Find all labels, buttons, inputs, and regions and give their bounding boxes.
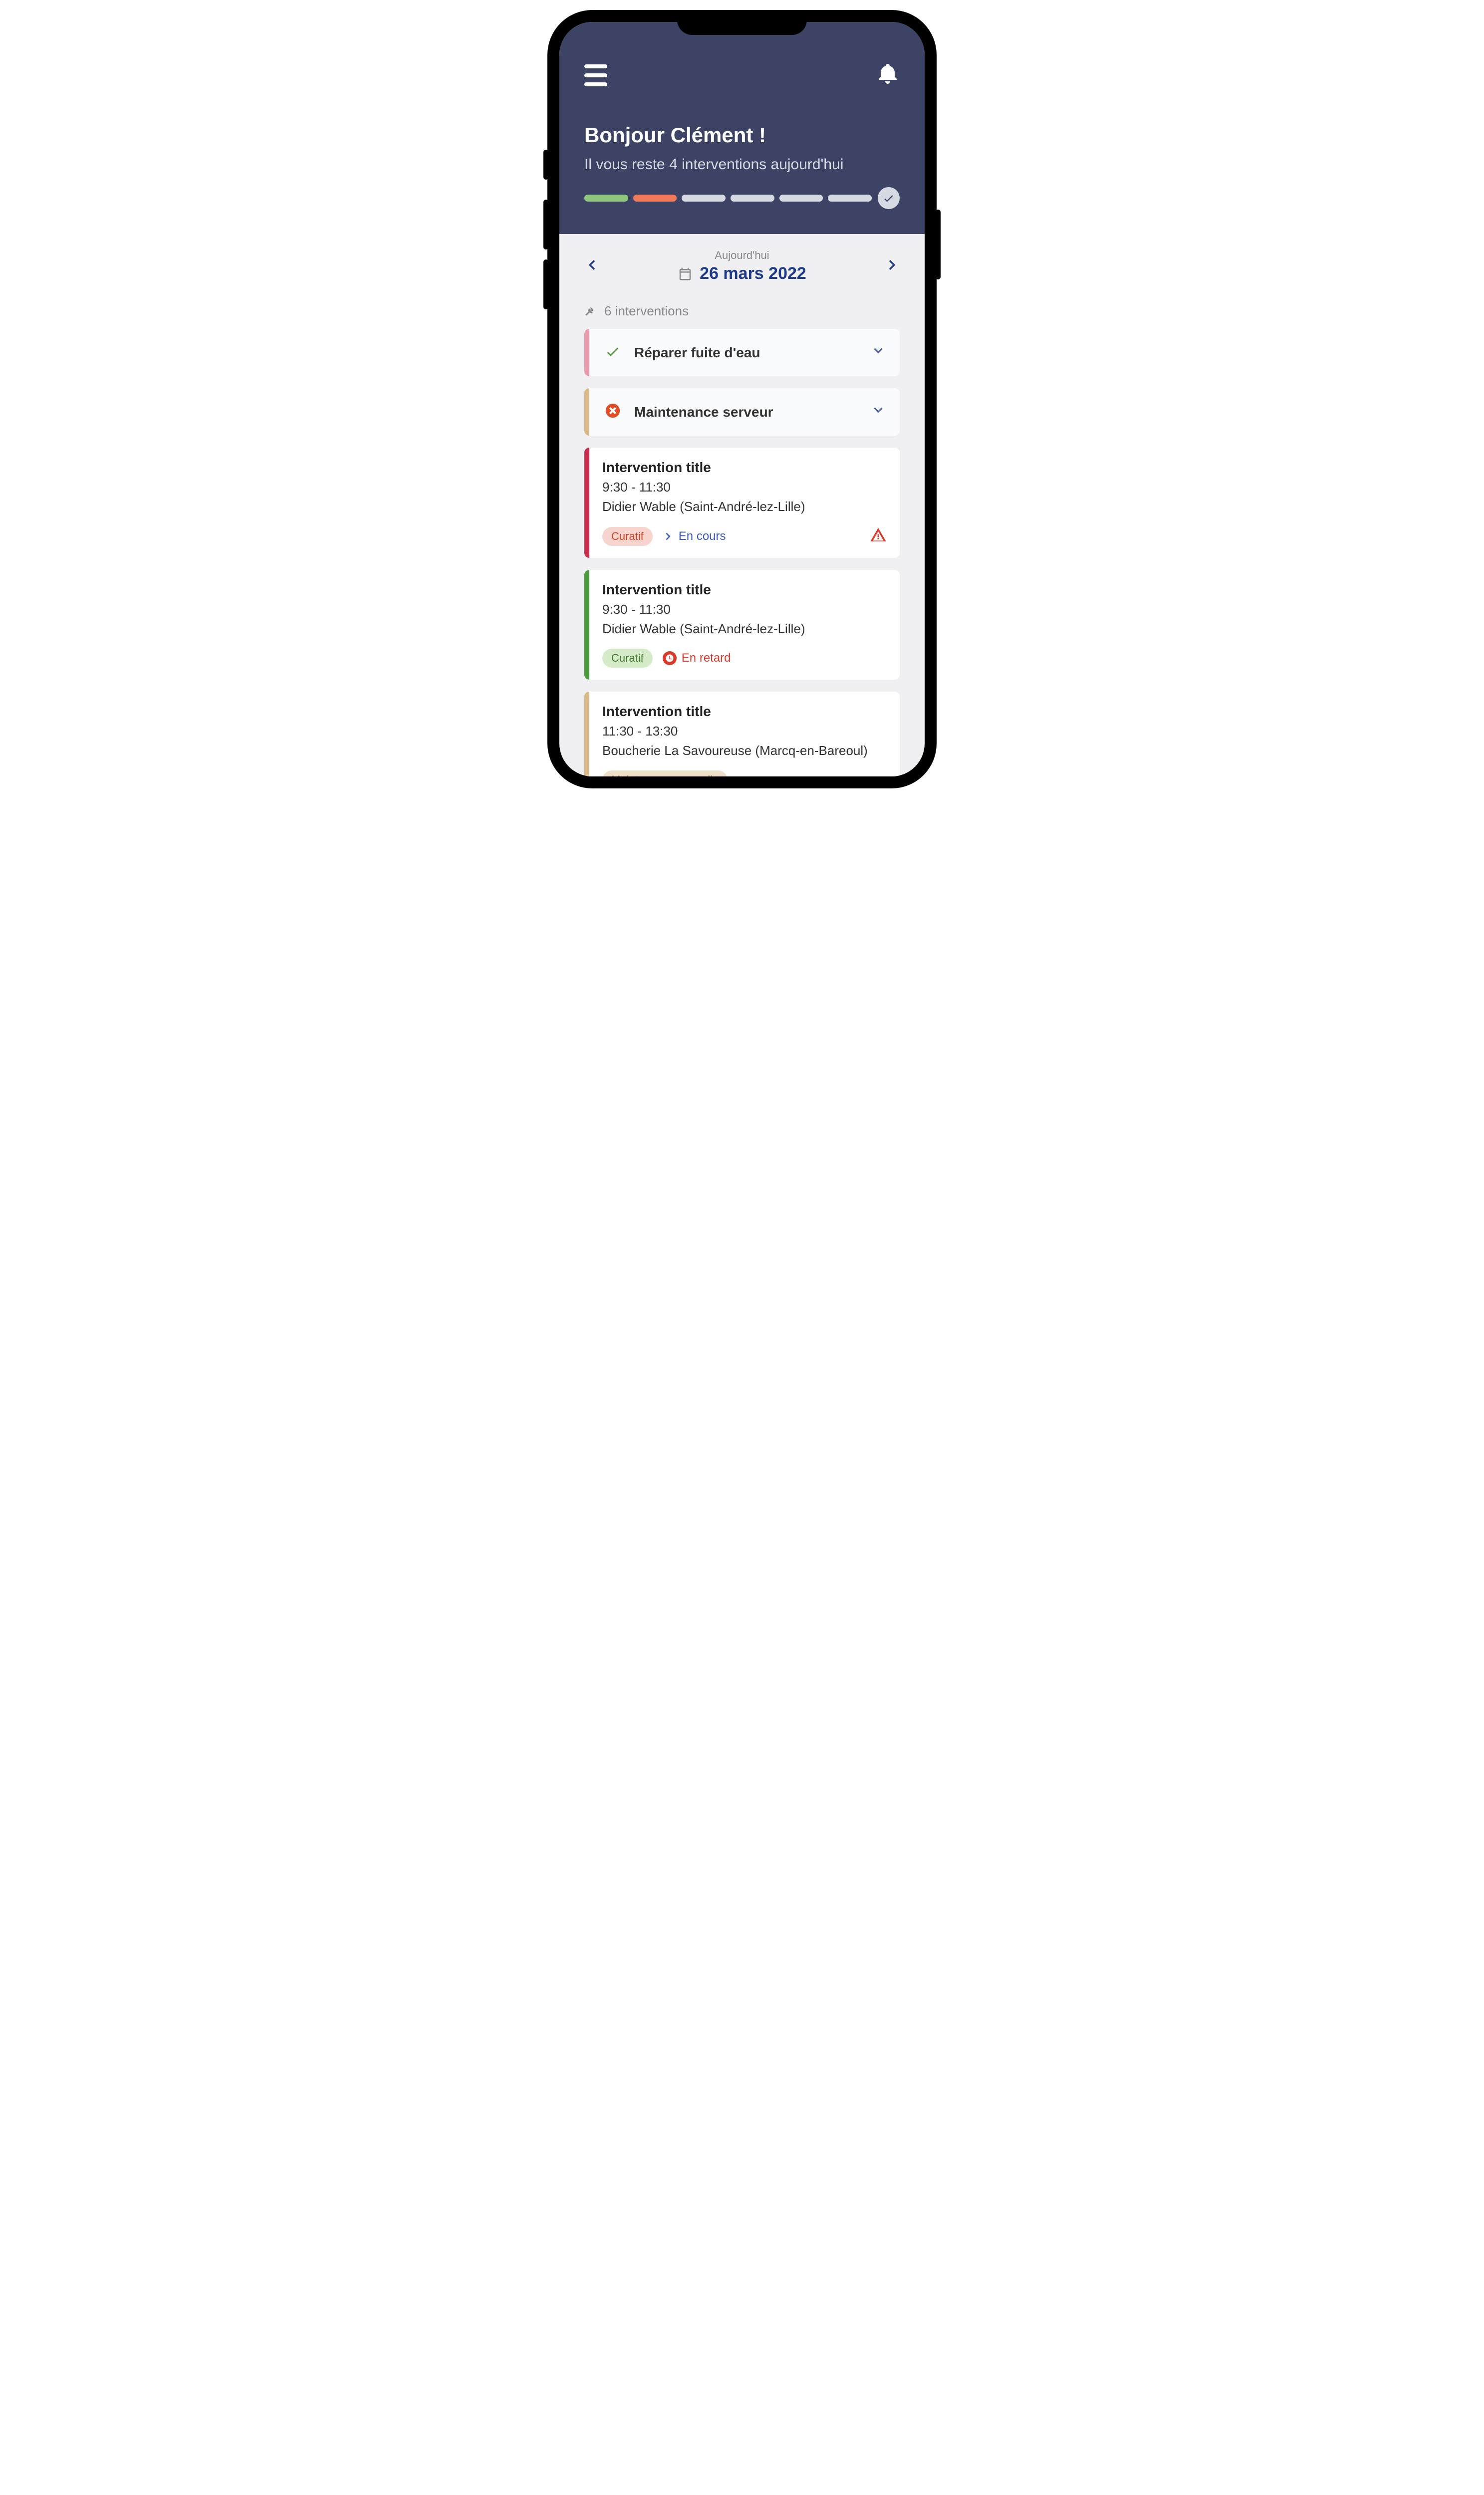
card-footer: Curatif En cours [602,526,887,546]
intervention-title: Intervention title [602,460,887,476]
clock-icon [663,651,677,665]
intervention-time: 9:30 - 11:30 [602,480,887,495]
intervention-card[interactable]: Intervention title 9:30 - 11:30 Didier Wab… [584,448,900,558]
chevron-down-icon[interactable] [872,345,885,360]
progress-row [584,187,900,209]
intervention-title: Intervention title [602,704,887,720]
greeting-title: Bonjour Clément ! [584,123,900,147]
intervention-collapsed[interactable]: Maintenance serveur [584,388,900,436]
intervention-client: Didier Wable (Saint-André-lez-Lille) [602,621,887,637]
intervention-title: Maintenance serveur [634,404,859,420]
date-value: 26 mars 2022 [700,264,806,283]
status-label: En cours [679,529,726,543]
progress-segment [779,195,823,202]
progress-segment [584,195,628,202]
progress-complete-icon [878,187,900,209]
status-label: En retard [682,651,731,665]
date-relative-label: Aujourd'hui [678,249,806,262]
next-day-button[interactable] [885,257,900,275]
intervention-title: Réparer fuite d'eau [634,345,859,361]
status-chip: En cours [663,529,726,543]
warning-icon [870,526,887,546]
header-top-row [584,62,900,88]
progress-segment [828,195,872,202]
phone-side-button [543,150,548,180]
status-chip: En retard [663,651,731,665]
phone-side-button [543,259,548,309]
check-icon [604,343,621,362]
category-pill: Curatif [602,649,653,668]
card-footer: Curatif En retard [602,649,887,668]
calendar-icon [678,266,693,281]
intervention-title: Intervention title [602,582,887,598]
date-display[interactable]: Aujourd'hui 26 mars 2022 [678,249,806,283]
progress-segment [682,195,726,202]
date-navigator: Aujourd'hui 26 mars 2022 [559,234,925,298]
app-header: Bonjour Clément ! Il vous reste 4 interv… [559,22,925,234]
progress-segment [633,195,677,202]
error-icon [604,402,621,422]
menu-button[interactable] [584,64,607,86]
intervention-card[interactable]: Intervention title 9:30 - 11:30 Didier Wab… [584,570,900,680]
intervention-count-row: 6 interventions [559,298,925,329]
intervention-card[interactable]: Intervention title 11:30 - 13:30 Boucherie… [584,692,900,776]
app-screen: Bonjour Clément ! Il vous reste 4 interv… [559,22,925,776]
phone-frame: Bonjour Clément ! Il vous reste 4 interv… [547,10,937,788]
intervention-time: 9:30 - 11:30 [602,602,887,617]
chevron-down-icon[interactable] [872,404,885,420]
category-pill: Maintenance annuelle [602,770,728,776]
progress-bar [584,195,872,202]
phone-side-button [936,210,941,279]
intervention-client: Didier Wable (Saint-André-lez-Lille) [602,499,887,514]
category-pill: Curatif [602,527,653,546]
intervention-client: Boucherie La Savoureuse (Marcq-en-Bareou… [602,743,887,758]
card-footer: Maintenance annuelle [602,770,887,776]
prev-day-button[interactable] [584,257,599,275]
tools-icon [584,305,597,318]
greeting-subtitle: Il vous reste 4 interventions aujourd'hu… [584,156,900,173]
phone-side-button [543,200,548,250]
phone-notch [677,10,807,35]
intervention-list: Réparer fuite d'eau Maintenance serveur In… [559,329,925,776]
intervention-count: 6 interventions [604,303,689,319]
intervention-time: 11:30 - 13:30 [602,724,887,739]
progress-segment [731,195,774,202]
intervention-collapsed[interactable]: Réparer fuite d'eau [584,329,900,376]
notifications-button[interactable] [876,62,900,88]
